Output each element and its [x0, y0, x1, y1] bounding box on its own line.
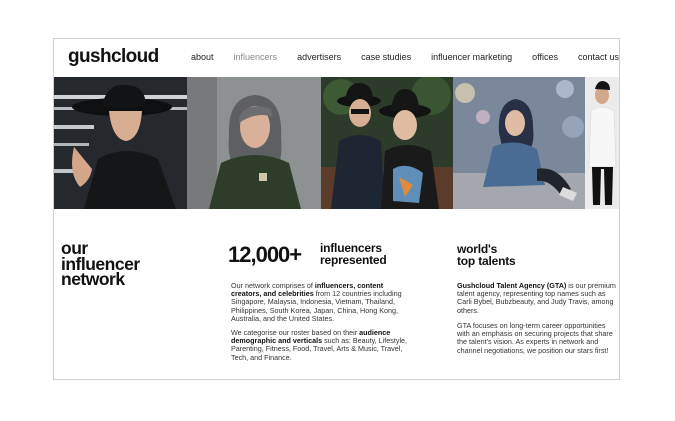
influencer-count-label: influencers represented [320, 242, 387, 266]
influencer-photo-hat-man [54, 77, 187, 209]
influencer-photo-silver-hair-woman [187, 77, 321, 209]
nav-contact-us[interactable]: contact us [578, 52, 619, 62]
influencer-photo-gallery [54, 77, 619, 209]
text-span: GTA focuses on long-term career opportun… [457, 321, 613, 355]
influencer-photo-hijab-woman [453, 77, 585, 209]
main-nav: about influencers advertisers case studi… [191, 52, 619, 62]
network-description-paragraph: Our network comprises of influencers, co… [231, 281, 414, 323]
site-logo[interactable]: gushcloud [68, 46, 159, 68]
gta-focus-paragraph: GTA focuses on long-term career opportun… [457, 321, 617, 355]
network-section-title: our influencer network [61, 240, 181, 289]
influencer-photo-couple [321, 77, 453, 209]
count-label-line: represented [320, 253, 387, 267]
page-frame: gushcloud about influencers advertisers … [53, 38, 620, 380]
nav-about[interactable]: about [191, 52, 214, 62]
nav-case-studies[interactable]: case studies [361, 52, 411, 62]
influencer-count: 12,000+ [228, 242, 302, 267]
talent-agency-paragraph: Gushcloud Talent Agency (GTA) is our pre… [457, 281, 617, 315]
network-title-line: network [61, 269, 125, 289]
top-talents-title: world's top talents [457, 243, 516, 268]
site-header: gushcloud about influencers advertisers … [54, 39, 619, 77]
influencer-photo-white-shirt-man [585, 77, 619, 209]
roster-categories-paragraph: We categorise our roster based on their … [231, 328, 414, 362]
nav-influencer-marketing[interactable]: influencer marketing [431, 52, 512, 62]
nav-offices[interactable]: offices [532, 52, 558, 62]
nav-advertisers[interactable]: advertisers [297, 52, 341, 62]
talents-title-line: top talents [457, 254, 516, 268]
nav-influencers[interactable]: influencers [234, 52, 278, 62]
